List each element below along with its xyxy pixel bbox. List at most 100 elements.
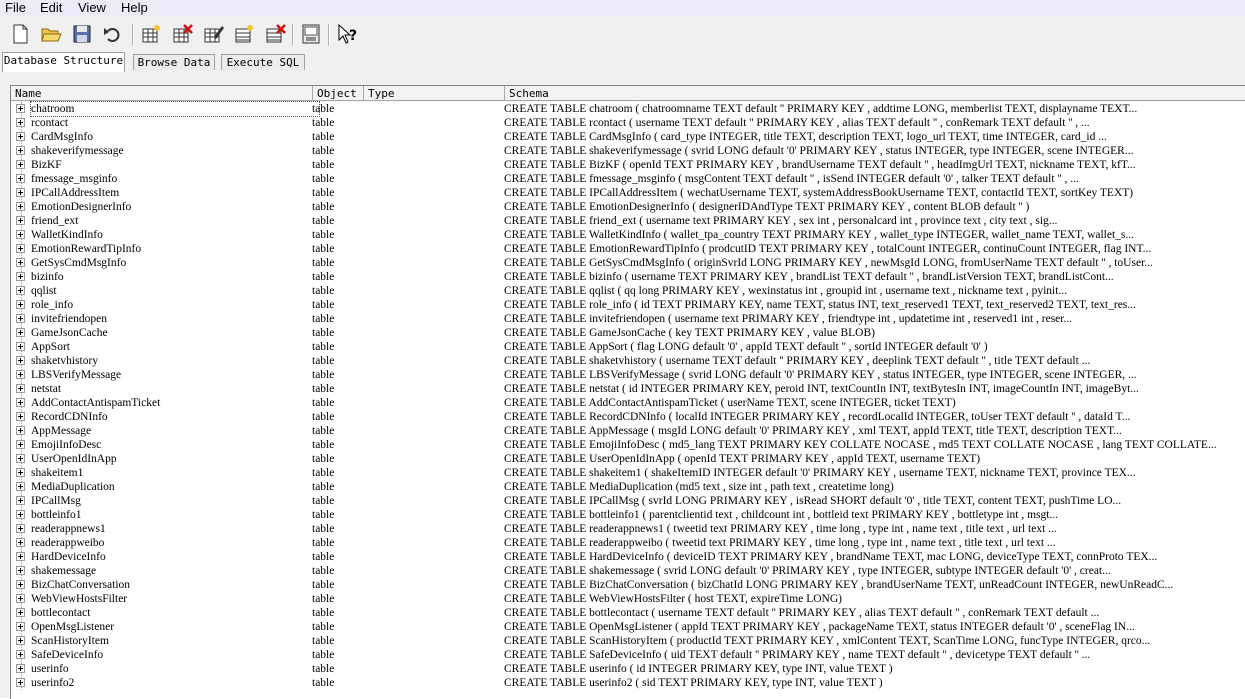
expand-plus-icon[interactable] <box>16 216 25 225</box>
table-row[interactable]: readerappnews1 table CREATE TABLE readerap… <box>11 522 1245 536</box>
table-row[interactable]: UserOpenIdInApp table CREATE TABLE UserOpe… <box>11 452 1245 466</box>
expand-plus-icon[interactable] <box>16 342 25 351</box>
expand-plus-icon[interactable] <box>16 412 25 421</box>
new-database-icon[interactable] <box>7 21 33 47</box>
tab-browse-data[interactable]: Browse Data <box>133 54 215 70</box>
whats-this-help-icon[interactable]: ? <box>334 21 360 47</box>
expand-plus-icon[interactable] <box>16 566 25 575</box>
expand-plus-icon[interactable] <box>16 622 25 631</box>
table-row[interactable]: friend_ext table CREATE TABLE friend_ext (… <box>11 214 1245 228</box>
table-row[interactable]: AddContactAntispamTicket table CREATE TABL… <box>11 396 1245 410</box>
table-row[interactable]: userinfo table CREATE TABLE userinfo ( id … <box>11 662 1245 676</box>
expand-plus-icon[interactable] <box>16 146 25 155</box>
expand-plus-icon[interactable] <box>16 580 25 589</box>
expand-plus-icon[interactable] <box>16 174 25 183</box>
expand-plus-icon[interactable] <box>16 356 25 365</box>
table-row[interactable]: WebViewHostsFilter table CREATE TABLE WebV… <box>11 592 1245 606</box>
execute-log-icon[interactable] <box>298 21 324 47</box>
menu-view[interactable]: View <box>78 0 106 16</box>
table-row[interactable]: IPCallMsg table CREATE TABLE IPCallMsg ( s… <box>11 494 1245 508</box>
table-row[interactable]: ScanHistoryItem table CREATE TABLE ScanHis… <box>11 634 1245 648</box>
expand-plus-icon[interactable] <box>16 370 25 379</box>
menu-file[interactable]: File <box>5 0 26 16</box>
table-row[interactable]: shakeitem1 table CREATE TABLE shakeitem1 (… <box>11 466 1245 480</box>
table-row[interactable]: GetSysCmdMsgInfo table CREATE TABLE GetSys… <box>11 256 1245 270</box>
table-row[interactable]: EmotionRewardTipInfo table CREATE TABLE Em… <box>11 242 1245 256</box>
expand-plus-icon[interactable] <box>16 468 25 477</box>
expand-plus-icon[interactable] <box>16 104 25 113</box>
table-row[interactable]: EmojiInfoDesc table CREATE TABLE EmojiInfo… <box>11 438 1245 452</box>
create-index-icon[interactable] <box>231 21 257 47</box>
save-icon[interactable] <box>69 21 95 47</box>
open-database-icon[interactable] <box>38 21 64 47</box>
table-row[interactable]: IPCallAddressItem table CREATE TABLE IPCal… <box>11 186 1245 200</box>
expand-plus-icon[interactable] <box>16 608 25 617</box>
table-row[interactable]: HardDeviceInfo table CREATE TABLE HardDevi… <box>11 550 1245 564</box>
expand-plus-icon[interactable] <box>16 650 25 659</box>
expand-plus-icon[interactable] <box>16 398 25 407</box>
table-row[interactable]: shakeverifymessage table CREATE TABLE shak… <box>11 144 1245 158</box>
tab-execute-sql[interactable]: Execute SQL <box>221 54 305 70</box>
table-row[interactable]: bottleinfo1 table CREATE TABLE bottleinfo1… <box>11 508 1245 522</box>
table-row[interactable]: chatroom table CREATE TABLE chatroom ( cha… <box>11 101 1245 117</box>
create-table-icon[interactable] <box>138 21 164 47</box>
expand-plus-icon[interactable] <box>16 426 25 435</box>
expand-plus-icon[interactable] <box>16 202 25 211</box>
expand-plus-icon[interactable] <box>16 678 25 687</box>
column-header-type[interactable]: Type <box>364 86 505 101</box>
expand-plus-icon[interactable] <box>16 286 25 295</box>
delete-table-icon[interactable] <box>169 21 195 47</box>
expand-plus-icon[interactable] <box>16 272 25 281</box>
table-row[interactable]: SafeDeviceInfo table CREATE TABLE SafeDevi… <box>11 648 1245 662</box>
table-row[interactable]: AppMessage table CREATE TABLE AppMessage (… <box>11 424 1245 438</box>
expand-plus-icon[interactable] <box>16 188 25 197</box>
table-row[interactable]: shakemessage table CREATE TABLE shakemessa… <box>11 564 1245 578</box>
table-row[interactable]: netstat table CREATE TABLE netstat ( id IN… <box>11 382 1245 396</box>
expand-plus-icon[interactable] <box>16 482 25 491</box>
menu-edit[interactable]: Edit <box>40 0 62 16</box>
expand-plus-icon[interactable] <box>16 594 25 603</box>
modify-table-icon[interactable] <box>200 21 226 47</box>
expand-plus-icon[interactable] <box>16 384 25 393</box>
expand-plus-icon[interactable] <box>16 510 25 519</box>
expand-plus-icon[interactable] <box>16 552 25 561</box>
expand-plus-icon[interactable] <box>16 454 25 463</box>
table-row[interactable]: role_info table CREATE TABLE role_info ( i… <box>11 298 1245 312</box>
table-row[interactable]: fmessage_msginfo table CREATE TABLE fmessa… <box>11 172 1245 186</box>
table-row[interactable]: shaketvhistory table CREATE TABLE shaketvh… <box>11 354 1245 368</box>
table-row[interactable]: rcontact table CREATE TABLE rcontact ( use… <box>11 116 1245 130</box>
expand-plus-icon[interactable] <box>16 538 25 547</box>
schema-tree[interactable]: Name Object Type Schema chatroom table CRE… <box>10 85 1245 699</box>
expand-plus-icon[interactable] <box>16 636 25 645</box>
expand-plus-icon[interactable] <box>16 160 25 169</box>
table-row[interactable]: bizinfo table CREATE TABLE bizinfo ( usern… <box>11 270 1245 284</box>
table-row[interactable]: MediaDuplication table CREATE TABLE MediaD… <box>11 480 1245 494</box>
expand-plus-icon[interactable] <box>16 314 25 323</box>
undo-icon[interactable] <box>100 21 126 47</box>
table-row[interactable]: RecordCDNInfo table CREATE TABLE RecordCDN… <box>11 410 1245 424</box>
table-row[interactable]: BizChatConversation table CREATE TABLE Biz… <box>11 578 1245 592</box>
table-row[interactable]: CardMsgInfo table CREATE TABLE CardMsgInfo… <box>11 130 1245 144</box>
expand-plus-icon[interactable] <box>16 664 25 673</box>
tab-database-structure[interactable]: Database Structure <box>2 52 125 72</box>
expand-plus-icon[interactable] <box>16 118 25 127</box>
table-row[interactable]: qqlist table CREATE TABLE qqlist ( qq long… <box>11 284 1245 298</box>
expand-plus-icon[interactable] <box>16 524 25 533</box>
table-row[interactable]: readerappweibo table CREATE TABLE readerap… <box>11 536 1245 550</box>
table-row[interactable]: OpenMsgListener table CREATE TABLE OpenMsg… <box>11 620 1245 634</box>
expand-plus-icon[interactable] <box>16 132 25 141</box>
column-header-object[interactable]: Object <box>313 86 364 101</box>
expand-plus-icon[interactable] <box>16 230 25 239</box>
table-row[interactable]: WalletKindInfo table CREATE TABLE WalletKi… <box>11 228 1245 242</box>
table-row[interactable]: AppSort table CREATE TABLE AppSort ( flag … <box>11 340 1245 354</box>
expand-plus-icon[interactable] <box>16 300 25 309</box>
table-row[interactable]: bottlecontact table CREATE TABLE bottlecon… <box>11 606 1245 620</box>
expand-plus-icon[interactable] <box>16 496 25 505</box>
table-row[interactable]: LBSVerifyMessage table CREATE TABLE LBSVer… <box>11 368 1245 382</box>
table-row[interactable]: GameJsonCache table CREATE TABLE GameJsonC… <box>11 326 1245 340</box>
table-row[interactable]: EmotionDesignerInfo table CREATE TABLE Emo… <box>11 200 1245 214</box>
expand-plus-icon[interactable] <box>16 440 25 449</box>
column-header-name[interactable]: Name <box>11 86 313 101</box>
expand-plus-icon[interactable] <box>16 244 25 253</box>
expand-plus-icon[interactable] <box>16 328 25 337</box>
